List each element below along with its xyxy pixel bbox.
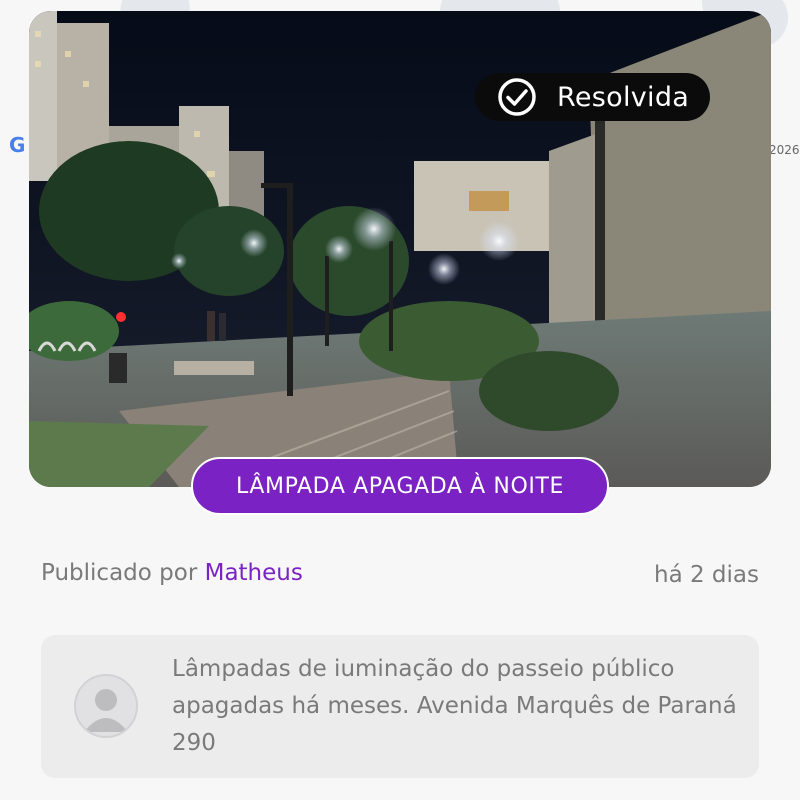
category-badge: LÂMPADA APAGADA À NOITE: [191, 457, 609, 515]
user-avatar-icon: [74, 674, 138, 738]
published-prefix: Publicado por: [41, 560, 205, 586]
post-timestamp: há 2 dias: [654, 562, 759, 588]
author-link[interactable]: Matheus: [205, 560, 303, 586]
status-badge: Resolvida: [475, 73, 710, 121]
status-label: Resolvida: [557, 81, 690, 113]
map-google-glyph: G: [9, 133, 26, 157]
map-year-label: 2026: [769, 143, 800, 157]
post-meta: Publicado por Matheus há 2 dias: [41, 560, 759, 592]
comment-text: Lâmpadas de iuminação do passeio público…: [172, 656, 737, 756]
check-circle-icon: [498, 78, 536, 116]
comment-card: Lâmpadas de iuminação do passeio público…: [41, 635, 759, 778]
published-by: Publicado por Matheus: [41, 560, 303, 586]
